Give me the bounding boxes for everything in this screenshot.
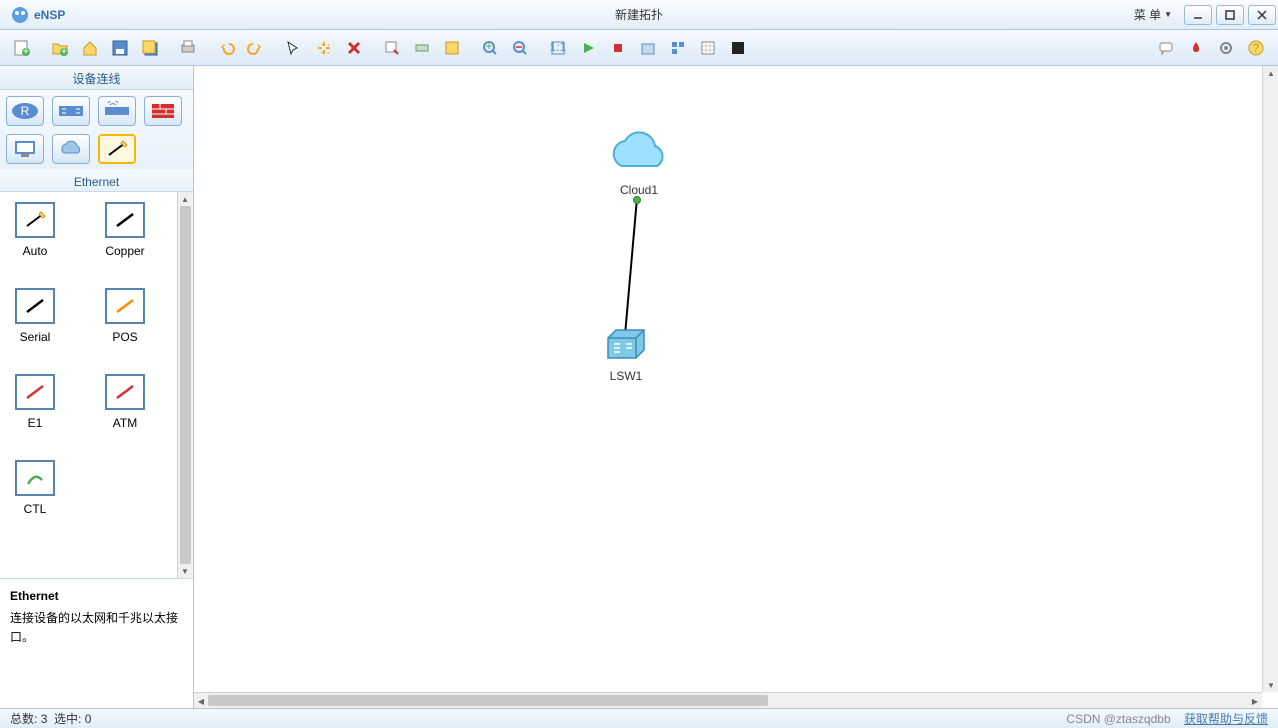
redo-icon[interactable] [242, 34, 270, 62]
connector-atm[interactable]: ATM [100, 374, 150, 430]
status-selected-label: 选中: [54, 710, 81, 727]
svg-text:+: + [485, 40, 492, 53]
grid-icon[interactable] [694, 34, 722, 62]
connector-label: ATM [100, 416, 150, 430]
connector-auto[interactable]: Auto [10, 202, 60, 258]
topology-canvas[interactable]: Cloud1 LSW1 [194, 66, 1262, 692]
cat-wlan[interactable] [98, 96, 136, 126]
cat-connection[interactable] [98, 134, 136, 164]
category-grid: R [0, 90, 193, 170]
chat-icon[interactable] [1152, 34, 1180, 62]
sub-header: Ethernet [0, 170, 193, 192]
desc-text: 连接设备的以太网和千兆以太接口。 [10, 609, 183, 647]
scroll-up-icon[interactable]: ▲ [1264, 66, 1278, 80]
app-logo: eNSP [10, 5, 65, 25]
cloud-icon [604, 126, 674, 176]
svg-text:+: + [22, 44, 29, 57]
save-icon[interactable] [106, 34, 134, 62]
canvas-vscroll[interactable]: ▲ ▼ [1262, 66, 1278, 692]
layout-icon[interactable] [664, 34, 692, 62]
zoomout-icon[interactable] [506, 34, 534, 62]
dark-icon[interactable] [724, 34, 752, 62]
sidebar-scrollbar[interactable]: ▲ ▼ [177, 192, 193, 578]
stop-icon[interactable] [604, 34, 632, 62]
window-title: 新建拓扑 [615, 6, 663, 23]
status-selected: 0 [85, 712, 92, 726]
maximize-button[interactable] [1216, 5, 1244, 25]
capture-icon[interactable] [634, 34, 662, 62]
connector-label: Auto [10, 244, 60, 258]
svg-text:R: R [21, 104, 30, 118]
play-icon[interactable] [574, 34, 602, 62]
desc-title: Ethernet [10, 589, 183, 603]
switch-icon [604, 326, 648, 362]
titlebar: eNSP 新建拓扑 菜 单▼ [0, 0, 1278, 30]
cat-firewall[interactable] [144, 96, 182, 126]
toolbar: + + + 1:1 ? [0, 30, 1278, 66]
statusbar: 总数: 3 选中: 0 CSDN @ztaszqdbb 获取帮助与反馈 [0, 708, 1278, 728]
canvas-hscroll[interactable]: ◀ ▶ [194, 692, 1262, 708]
menu-button[interactable]: 菜 单▼ [1124, 3, 1182, 26]
node-label: Cloud1 [604, 183, 674, 197]
node-label: LSW1 [604, 369, 648, 383]
scroll-right-icon[interactable]: ▶ [1248, 694, 1262, 708]
connector-pos[interactable]: POS [100, 288, 150, 344]
svg-text:1:1: 1:1 [550, 40, 566, 54]
connector-label: CTL [10, 502, 60, 516]
help-icon[interactable]: ? [1242, 34, 1270, 62]
connector-e1[interactable]: E1 [10, 374, 60, 430]
connector-copper[interactable]: Copper [100, 202, 150, 258]
connector-serial[interactable]: Serial [10, 288, 60, 344]
connector-label: Serial [10, 330, 60, 344]
app-name: eNSP [34, 8, 65, 22]
connector-scroll: Auto Copper Serial POS E1 ATM CTL ▲ ▼ [0, 192, 193, 578]
status-total-label: 总数: [10, 710, 37, 727]
watermark: CSDN @ztaszqdbb [1066, 712, 1170, 726]
zoomin-icon[interactable]: + [476, 34, 504, 62]
svg-text:?: ? [1253, 41, 1260, 55]
minimize-button[interactable] [1184, 5, 1212, 25]
undo-icon[interactable] [212, 34, 240, 62]
cat-router[interactable]: R [6, 96, 44, 126]
cat-switch[interactable] [52, 96, 90, 126]
pan-icon[interactable] [310, 34, 338, 62]
delete-icon[interactable] [340, 34, 368, 62]
pointer-icon[interactable] [280, 34, 308, 62]
annotate-icon[interactable] [378, 34, 406, 62]
port-cloud1[interactable] [633, 196, 641, 204]
open-icon[interactable]: + [46, 34, 74, 62]
palette-icon[interactable] [438, 34, 466, 62]
canvas-wrap: Cloud1 LSW1 ▲ ▼ ◀ ▶ [194, 66, 1278, 708]
connector-label: E1 [10, 416, 60, 430]
description-panel: Ethernet 连接设备的以太网和千兆以太接口。 [0, 578, 193, 708]
main-area: 设备连线 R Ethernet Auto Copper Serial POS E1 ATM… [0, 66, 1278, 708]
hscroll-thumb[interactable] [208, 695, 768, 706]
connector-ctl[interactable]: CTL [10, 460, 60, 516]
scrollbar-thumb[interactable] [180, 206, 191, 564]
svg-text:+: + [60, 44, 67, 57]
connector-label: POS [100, 330, 150, 344]
cat-pc[interactable] [6, 134, 44, 164]
scroll-down-icon[interactable]: ▼ [1264, 678, 1278, 692]
text-icon[interactable] [408, 34, 436, 62]
huawei-icon[interactable] [1182, 34, 1210, 62]
connector-label: Copper [100, 244, 150, 258]
scroll-up-icon[interactable]: ▲ [178, 192, 192, 206]
settings-icon[interactable] [1212, 34, 1240, 62]
scroll-left-icon[interactable]: ◀ [194, 694, 208, 708]
cat-cloud[interactable] [52, 134, 90, 164]
fit-icon[interactable]: 1:1 [544, 34, 572, 62]
close-button[interactable] [1248, 5, 1276, 25]
home-icon[interactable] [76, 34, 104, 62]
scroll-down-icon[interactable]: ▼ [178, 564, 192, 578]
print-icon[interactable] [174, 34, 202, 62]
new-topology-icon[interactable]: + [8, 34, 36, 62]
status-total: 3 [41, 712, 48, 726]
help-link[interactable]: 获取帮助与反馈 [1184, 712, 1268, 726]
sidebar: 设备连线 R Ethernet Auto Copper Serial POS E1 ATM… [0, 66, 194, 708]
saveall-icon[interactable] [136, 34, 164, 62]
sidebar-header: 设备连线 [0, 66, 193, 90]
node-lsw1[interactable]: LSW1 [604, 326, 648, 383]
node-cloud1[interactable]: Cloud1 [604, 126, 674, 197]
